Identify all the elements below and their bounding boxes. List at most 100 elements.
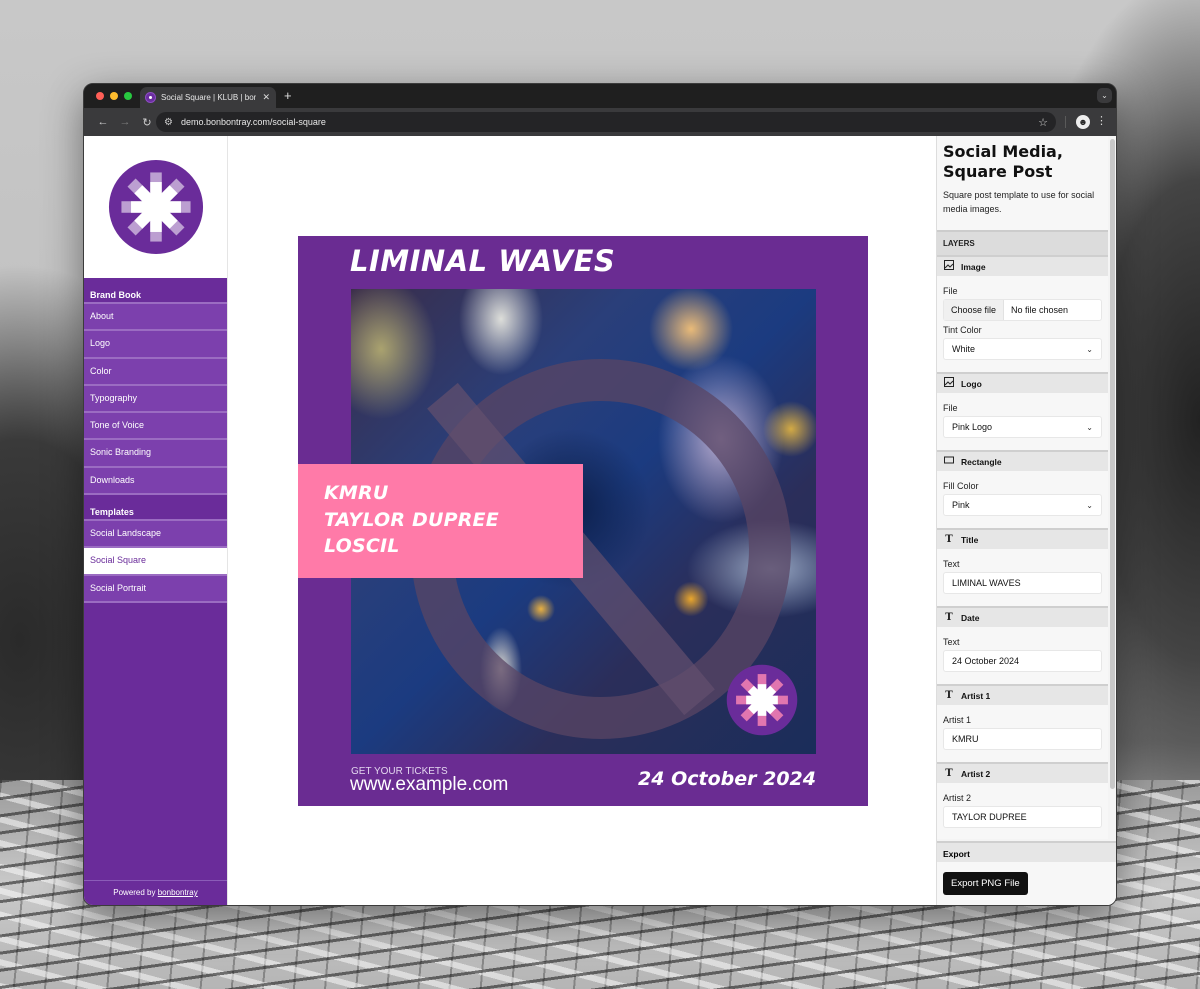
layer-title-title: Title — [961, 534, 979, 545]
site-info-icon[interactable]: ⚙ — [164, 117, 173, 128]
text-icon: T — [945, 612, 953, 623]
sidebar-item-social-portrait[interactable]: Social Portrait — [84, 575, 227, 603]
browser-menu-icon[interactable]: ⋮ — [1096, 114, 1107, 127]
export-section: Export Export PNG File — [937, 841, 1116, 905]
tint-color-value: White — [952, 344, 976, 354]
export-body: Export PNG File — [937, 862, 1116, 905]
sidebar-item-sonic-branding[interactable]: Sonic Branding — [84, 440, 227, 468]
tab-social-square[interactable]: Social Square | KLUB | bonbontray ✕ — [140, 87, 276, 108]
fill-color-select[interactable]: Pink ⌄ — [943, 494, 1102, 516]
new-tab-button[interactable]: + — [284, 87, 292, 105]
layer-rectangle-body: Fill Color Pink ⌄ — [937, 471, 1108, 528]
canvas-area: LIMINAL WAVES KMRU TAYLOR DUPREE LOSCIL — [227, 136, 936, 905]
sidebar-item-logo[interactable]: Logo — [84, 331, 227, 359]
image-icon — [943, 377, 955, 390]
rectangle-icon — [943, 456, 955, 467]
layer-image-header[interactable]: Image — [937, 255, 1108, 276]
file-status: No file chosen — [1011, 305, 1069, 315]
image-icon — [943, 260, 955, 273]
artist1-input[interactable]: KMRU — [943, 728, 1102, 750]
panel-scroll-area: Social Media, Square Post Square post te… — [937, 136, 1108, 905]
logo-file-select[interactable]: Pink Logo ⌄ — [943, 416, 1102, 438]
title-text-input[interactable]: LIMINAL WAVES — [943, 572, 1102, 594]
tint-color-select[interactable]: White ⌄ — [943, 338, 1102, 360]
layer-rectangle-title: Rectangle — [961, 456, 1002, 467]
layer-image-title: Image — [961, 261, 986, 272]
layer-artist2-header[interactable]: T Artist 2 — [937, 762, 1108, 783]
tickets-url: www.example.com — [350, 774, 509, 795]
sidebar-item-downloads[interactable]: Downloads — [84, 467, 227, 496]
layer-image-body: File Choose file No file chosen Tint Col… — [937, 276, 1108, 372]
layer-logo-header[interactable]: Logo — [937, 372, 1108, 393]
title-text-label: Text — [943, 559, 960, 569]
panel-header: Social Media, Square Post Square post te… — [937, 136, 1108, 230]
fill-color-value: Pink — [952, 500, 970, 510]
artist2-input[interactable]: TAYLOR DUPREE — [943, 806, 1102, 828]
layer-artist1-header[interactable]: T Artist 1 — [937, 684, 1108, 705]
properties-panel: Social Media, Square Post Square post te… — [936, 136, 1116, 905]
window-controls — [96, 92, 132, 100]
tab-search-icon[interactable]: ⌄ — [1097, 88, 1112, 103]
url-text[interactable]: demo.bonbontray.com/social-square — [181, 117, 1030, 127]
close-window-button[interactable] — [96, 92, 104, 100]
brand-logo-icon[interactable] — [108, 159, 204, 255]
date-text-label: Text — [943, 637, 960, 647]
layer-artist1-body: Artist 1 KMRU — [937, 705, 1108, 762]
nav-group-brand-book: Brand Book — [84, 278, 227, 304]
artist-2: TAYLOR DUPREE — [324, 508, 499, 531]
logo-file-value: Pink Logo — [952, 422, 993, 432]
choose-file-button[interactable]: Choose file — [944, 300, 1005, 320]
panel-title: Social Media, Square Post — [943, 142, 1063, 181]
export-png-button[interactable]: Export PNG File — [943, 872, 1028, 895]
close-tab-icon[interactable]: ✕ — [262, 92, 270, 103]
forward-icon[interactable]: → — [114, 116, 136, 128]
artist1-label: Artist 1 — [943, 715, 972, 725]
toolbar-divider — [1065, 116, 1066, 128]
minimize-window-button[interactable] — [110, 92, 118, 100]
layer-artist2-title: Artist 2 — [961, 768, 991, 779]
bookmark-star-icon[interactable]: ☆ — [1038, 116, 1048, 129]
image-file-label: File — [943, 286, 958, 296]
address-bar[interactable]: ⚙ demo.bonbontray.com/social-square ☆ — [156, 112, 1056, 132]
powered-by-label: Powered by — [113, 888, 158, 897]
browser-toolbar: ← → ↻ ⚙ demo.bonbontray.com/social-squar… — [84, 108, 1116, 136]
layers-heading: LAYERS — [937, 230, 1108, 255]
image-file-input[interactable]: Choose file No file chosen — [943, 299, 1102, 321]
layer-rectangle-header[interactable]: Rectangle — [937, 450, 1108, 471]
layer-artist2-body: Artist 2 TAYLOR DUPREE — [937, 783, 1108, 839]
profile-avatar-icon[interactable]: ☻ — [1076, 115, 1090, 129]
sidebar-item-typography[interactable]: Typography — [84, 385, 227, 414]
sidebar-item-social-square[interactable]: Social Square — [84, 548, 227, 576]
fill-color-label: Fill Color — [943, 481, 979, 491]
logo-file-label: File — [943, 403, 958, 413]
sidebar-footer: Powered by bonbontray — [84, 880, 227, 905]
tab-title: Social Square | KLUB | bonbontray — [161, 93, 256, 102]
reload-icon[interactable]: ↻ — [136, 116, 158, 129]
artist-rectangle: KMRU TAYLOR DUPREE LOSCIL — [298, 464, 583, 578]
tint-color-label: Tint Color — [943, 325, 982, 335]
nav-group-templates: Templates — [84, 495, 227, 522]
layer-title-header[interactable]: T Title — [937, 528, 1108, 549]
sidebar-item-tone-of-voice[interactable]: Tone of Voice — [84, 413, 227, 441]
maximize-window-button[interactable] — [124, 92, 132, 100]
artist2-label: Artist 2 — [943, 793, 972, 803]
date-text-input[interactable]: 24 October 2024 — [943, 650, 1102, 672]
post-title: LIMINAL WAVES — [350, 244, 616, 278]
sidebar-item-color[interactable]: Color — [84, 358, 227, 386]
layer-logo-title: Logo — [961, 378, 982, 389]
sidebar-item-social-landscape[interactable]: Social Landscape — [84, 521, 227, 549]
bonbontray-link[interactable]: bonbontray — [158, 888, 198, 897]
layer-date-header[interactable]: T Date — [937, 606, 1108, 627]
artist-3: LOSCIL — [324, 535, 400, 557]
layer-artist1-title: Artist 1 — [961, 690, 991, 701]
sidebar-logo-area — [84, 136, 227, 278]
panel-scrollbar[interactable] — [1110, 139, 1115, 789]
chevron-down-icon: ⌄ — [1086, 344, 1093, 354]
text-icon: T — [945, 534, 953, 545]
back-icon[interactable]: ← — [92, 116, 114, 128]
browser-window: Social Square | KLUB | bonbontray ✕ + ⌄ … — [83, 83, 1117, 906]
sidebar: Brand Book About Logo Color Typography T… — [84, 136, 227, 905]
sidebar-item-about[interactable]: About — [84, 304, 227, 332]
post-date: 24 October 2024 — [638, 768, 816, 790]
